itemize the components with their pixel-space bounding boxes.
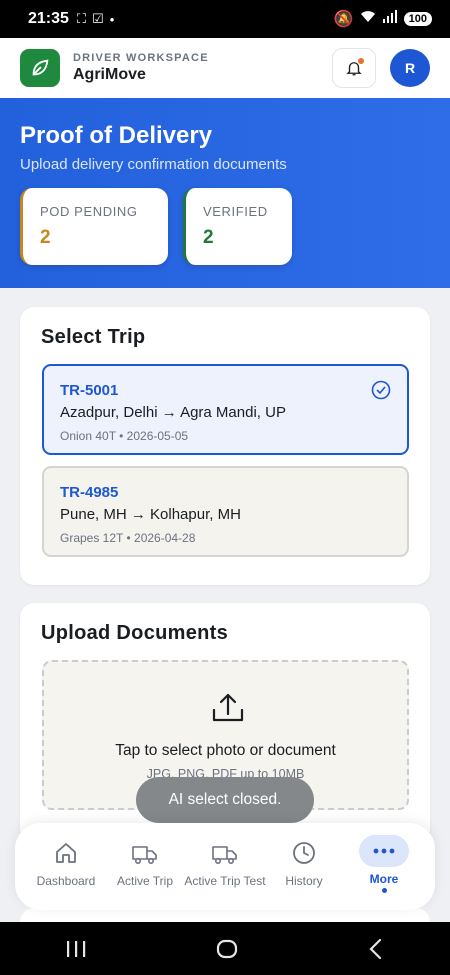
nav-label: History — [285, 874, 323, 888]
nav-active-trip-test[interactable]: Active Trip Test — [184, 835, 266, 899]
check-circle-icon — [371, 380, 391, 400]
stat-value: 2 — [203, 227, 214, 248]
stat-verified: VERIFIED 2 — [183, 188, 292, 265]
status-icons: 🔕 100 — [334, 9, 432, 29]
trip-route: Azadpur, Delhi → Agra Mandi, UP — [60, 404, 286, 421]
upload-prompt: Tap to select photo or document — [115, 742, 336, 759]
nav-label: More — [369, 872, 399, 886]
nav-active-trip[interactable]: Active Trip — [104, 835, 186, 899]
recent-apps-icon[interactable] — [65, 940, 87, 958]
hero-banner: Proof of Delivery Upload delivery confir… — [0, 98, 450, 288]
trip-id: TR-4985 — [60, 484, 119, 501]
nav-history[interactable]: History — [263, 835, 345, 899]
app-name: AgriMove — [73, 66, 146, 83]
dot-icon: • — [109, 11, 115, 27]
battery-indicator: 100 — [403, 12, 432, 26]
upload-icon — [212, 693, 244, 722]
stat-pod-pending: POD PENDING 2 — [20, 188, 168, 265]
stat-value: 2 — [40, 227, 51, 248]
leaf-logo-icon — [20, 49, 60, 87]
notification-dot — [358, 58, 364, 64]
nav-more[interactable]: More — [343, 835, 425, 899]
more-dots-icon — [373, 848, 395, 854]
signal-icon — [382, 10, 398, 28]
checkbox-icon: ☑ — [92, 11, 104, 26]
page-title: Proof of Delivery — [20, 122, 213, 149]
notifications-button[interactable] — [332, 48, 376, 88]
screen-record-icon: ⛶ — [76, 11, 87, 26]
section-title: Select Trip — [41, 326, 146, 348]
status-bar: 21:35 ⛶ ☑ • 🔕 100 — [0, 0, 450, 38]
clock-icon — [293, 842, 315, 864]
stat-label: VERIFIED — [203, 204, 268, 219]
select-trip-card: Select Trip TR-5001 Azadpur, Delhi → Agr… — [20, 307, 430, 585]
trip-option-selected[interactable]: TR-5001 Azadpur, Delhi → Agra Mandi, UP … — [42, 364, 409, 455]
truck-icon — [212, 846, 237, 865]
active-indicator — [381, 888, 387, 893]
trip-id: TR-5001 — [60, 382, 119, 399]
status-time: 21:35 — [28, 10, 69, 27]
home-icon — [56, 843, 76, 863]
wifi-icon — [360, 10, 376, 28]
trip-meta: Grapes 12T • 2026-04-28 — [60, 531, 196, 545]
nav-label: Active Trip — [116, 874, 173, 888]
stat-label: POD PENDING — [40, 204, 138, 219]
trip-option[interactable]: TR-4985 Pune, MH → Kolhapur, MH Grapes 1… — [42, 466, 409, 557]
more-pill — [359, 835, 409, 867]
bottom-nav: Dashboard Active Trip Active Trip Test H… — [15, 823, 435, 910]
section-title: Upload Documents — [41, 622, 229, 644]
avatar[interactable]: R — [390, 49, 430, 87]
toast-message: AI select closed. — [136, 777, 314, 823]
system-nav-bar — [0, 922, 450, 975]
home-button-icon[interactable] — [216, 938, 238, 960]
mute-icon: 🔕 — [333, 11, 354, 28]
trip-meta: Onion 40T • 2026-05-05 — [60, 429, 189, 443]
page-subtitle: Upload delivery confirmation documents — [20, 156, 287, 173]
back-icon[interactable] — [367, 938, 385, 960]
trip-route: Pune, MH → Kolhapur, MH — [60, 506, 241, 523]
nav-dashboard[interactable]: Dashboard — [25, 835, 107, 899]
nav-label: Active Trip Test — [184, 874, 266, 888]
workspace-label: DRIVER WORKSPACE — [73, 52, 209, 64]
nav-label: Dashboard — [36, 874, 96, 888]
brand: DRIVER WORKSPACE AgriMove — [73, 52, 209, 84]
app-header: DRIVER WORKSPACE AgriMove R — [0, 38, 450, 98]
truck-icon — [132, 846, 157, 865]
